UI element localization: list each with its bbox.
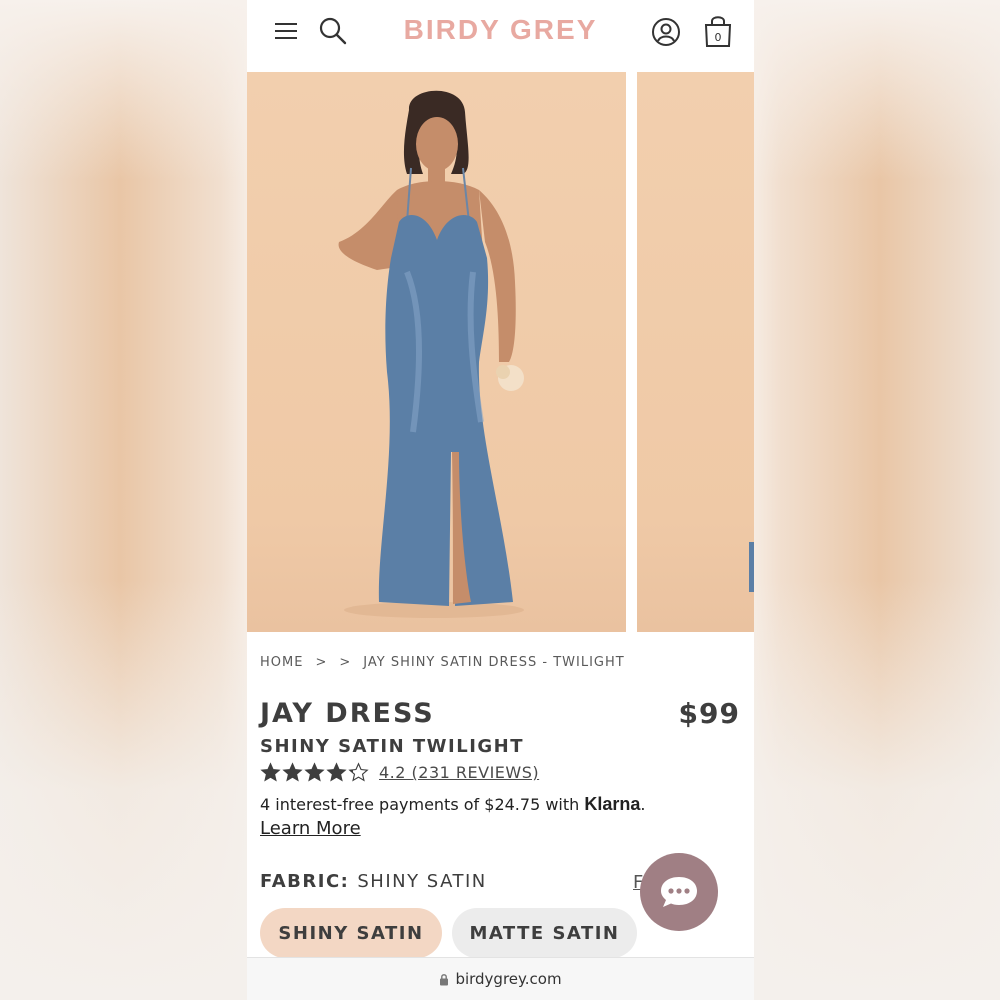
fabric-row: FABRIC: SHINY SATIN — [260, 871, 487, 892]
breadcrumb-home[interactable]: HOME — [260, 655, 303, 670]
product-image-next[interactable] — [637, 72, 754, 632]
chat-icon — [661, 877, 697, 907]
installments-text: 4 interest-free payments of $24.75 with — [260, 795, 585, 814]
learn-more-link[interactable]: Learn More — [260, 818, 361, 839]
breadcrumb-current: JAY SHINY SATIN DRESS - TWILIGHT — [363, 655, 625, 670]
star-rating[interactable] — [260, 762, 369, 783]
cart-button[interactable]: 0 — [701, 12, 735, 50]
user-icon — [652, 18, 680, 46]
star-filled-icon — [326, 762, 347, 782]
star-partial-icon — [348, 762, 369, 782]
cart-count: 0 — [715, 31, 722, 44]
shopping-bag-icon: 0 — [704, 16, 732, 47]
product-price: $99 — [678, 697, 740, 730]
rating-row: 4.2 (231 REVIEWS) — [260, 762, 539, 783]
top-nav: BIRDY GREY 0 — [247, 0, 754, 72]
fabric-label: FABRIC: — [260, 871, 350, 892]
breadcrumb: HOME > > JAY SHINY SATIN DRESS - TWILIGH… — [260, 655, 625, 670]
mobile-screen: BIRDY GREY 0 HOME > > JAY SHINY SATIN DR… — [247, 0, 754, 1000]
chat-button[interactable] — [640, 853, 718, 931]
product-image[interactable] — [247, 72, 626, 632]
browser-url-bar[interactable]: birdygrey.com — [247, 957, 754, 1000]
account-button[interactable] — [649, 15, 683, 49]
fabric-value: SHINY SATIN — [357, 871, 487, 892]
star-filled-icon — [304, 762, 325, 782]
klarna-logo: Klarna — [584, 794, 641, 814]
breadcrumb-separator: > — [339, 655, 352, 670]
fabric-option-matte-satin[interactable]: MATTE SATIN — [452, 908, 637, 958]
star-filled-icon — [282, 762, 303, 782]
klarna-message: 4 interest-free payments of $24.75 with … — [260, 794, 645, 815]
product-title: JAY DRESS — [260, 698, 435, 729]
breadcrumb-separator: > — [315, 655, 328, 670]
star-filled-icon — [260, 762, 281, 782]
model-dress-peek — [749, 542, 754, 592]
browser-url: birdygrey.com — [455, 970, 562, 988]
model-dress-illustration — [338, 90, 524, 618]
fabric-option-shiny-satin[interactable]: SHINY SATIN — [260, 908, 442, 958]
klarna-suffix: . — [640, 795, 646, 814]
reviews-link[interactable]: 4.2 (231 REVIEWS) — [379, 763, 539, 782]
lock-icon — [440, 973, 449, 985]
product-gallery[interactable] — [247, 72, 754, 632]
product-subtitle: SHINY SATIN TWILIGHT — [260, 736, 525, 757]
